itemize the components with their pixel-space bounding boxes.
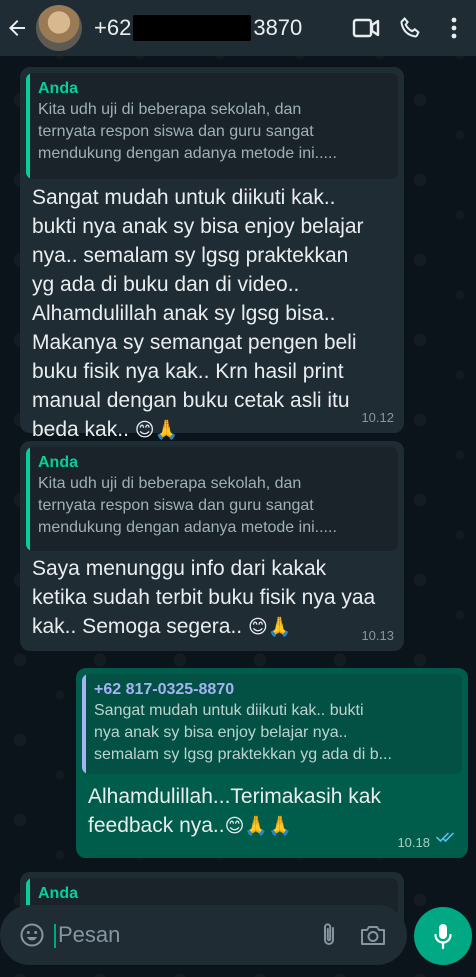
quote-author: +62 817-0325-8870 [94,681,235,698]
message-text: Saya menunggu info dari kakak ketika sud… [32,557,376,638]
quoted-message[interactable]: Anda Kita udh uji di beberapa sekolah, d… [26,73,398,179]
mic-icon [434,924,452,950]
message-time: 10.13 [361,628,394,643]
contact-number-prefix: +62 [94,15,132,40]
camera-icon[interactable] [351,905,395,965]
quote-author: Anda [38,454,78,471]
more-options-icon[interactable] [432,0,476,56]
message-time: 10.12 [361,410,394,425]
attach-icon[interactable] [307,905,351,965]
back-arrow-icon[interactable] [0,0,34,56]
message-emoji: 😊🙏 [247,617,292,638]
mic-button[interactable] [414,907,472,965]
message-emoji: 😊🙏 [134,420,179,441]
quote-text: Kita udh uji di beberapa sekolah, dan te… [38,475,337,536]
message-bubble-incoming[interactable]: Anda Kita udh uji di beberapa sekolah, d… [20,67,404,441]
message-input-placeholder: Pesan [58,922,121,947]
contact-number-suffix: 3870 [253,15,303,40]
message-text: Alhamdulillah...Terimakasih kak feedback… [88,785,381,837]
emoji-icon[interactable] [10,905,54,965]
message-bubble-outgoing[interactable]: +62 817-0325-8870 Sangat mudah untuk dii… [76,668,468,858]
message-text: Sangat mudah untuk diikuti kak.. bukti n… [32,186,364,441]
quote-author: Anda [38,80,78,97]
redacted-number [133,15,252,41]
contact-name[interactable]: +62 3870 [94,13,304,43]
chat-header: +62 3870 [0,0,476,56]
quoted-message[interactable]: Anda Kita udh uji di beberapa sekolah, d… [26,447,398,551]
message-bubble-incoming[interactable]: Anda Kita udh uji di beberapa sekolah, d… [20,441,404,651]
quote-text: Kita udh uji di beberapa sekolah, dan te… [38,101,337,162]
quote-author: Anda [38,885,78,902]
phone-icon[interactable] [388,0,432,56]
avatar[interactable] [36,5,82,51]
text-cursor [54,924,56,948]
message-emoji: 😊🙏🙏 [224,816,292,837]
read-ticks-icon [436,830,458,848]
video-call-icon[interactable] [344,0,388,56]
message-time: 10.18 [397,835,430,850]
message-input[interactable]: Pesan [54,922,307,948]
quote-text: Sangat mudah untuk diikuti kak.. bukti n… [94,702,392,763]
quoted-message[interactable]: +62 817-0325-8870 Sangat mudah untuk dii… [82,674,462,774]
message-input-bar: Pesan [0,905,407,965]
